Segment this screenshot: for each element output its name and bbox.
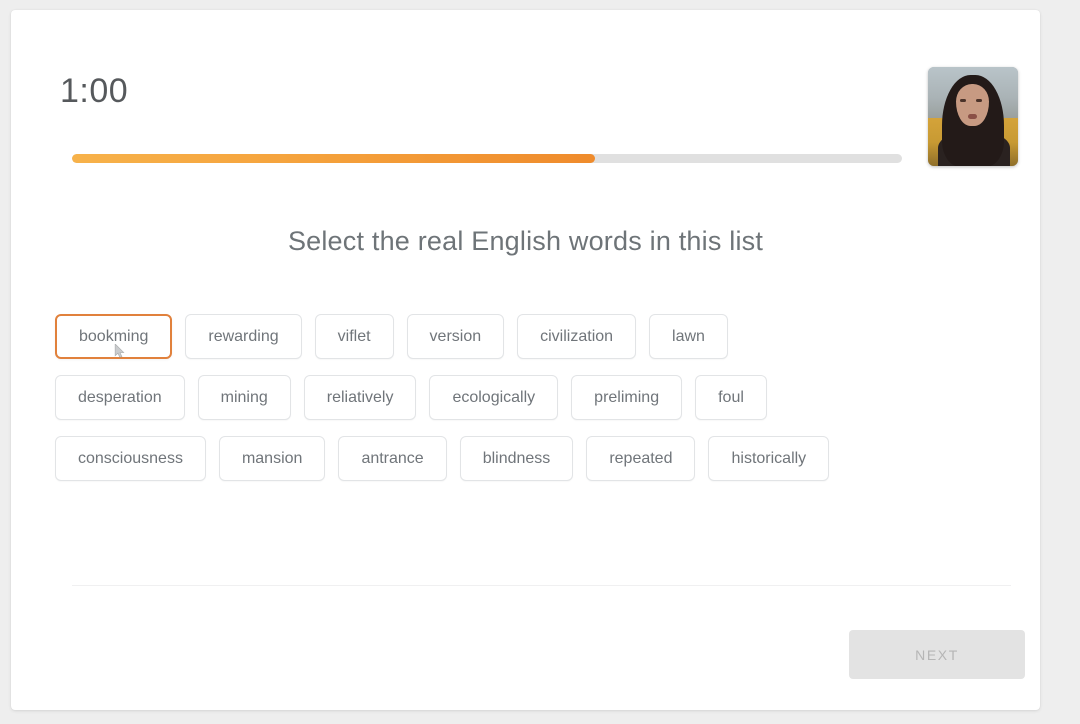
word-option-repeated[interactable]: repeated [586, 436, 696, 481]
question-prompt: Select the real English words in this li… [287, 226, 764, 256]
word-option-foul[interactable]: foul [695, 375, 767, 420]
progress-bar-track [72, 154, 902, 163]
word-options-container: bookming rewarding viflet version civilizati… [55, 314, 1007, 497]
word-option-rewarding[interactable]: rewarding [185, 314, 302, 359]
webcam-person-eye-right [976, 99, 982, 102]
word-option-ecologically[interactable]: ecologically [429, 375, 559, 420]
progress-bar-fill [72, 154, 595, 163]
app-root: 1:00 Select the real English words in th… [0, 0, 1080, 724]
word-option-viflet[interactable]: viflet [314, 314, 394, 359]
word-option-blindness[interactable]: blindness [459, 436, 574, 481]
countdown-timer: 1:00 [60, 72, 129, 110]
word-option-bookming[interactable]: bookming [55, 314, 173, 359]
word-option-reliatively[interactable]: reliatively [303, 375, 417, 420]
word-row: bookming rewarding viflet version civilizati… [55, 314, 1007, 359]
quiz-card: 1:00 Select the real English words in th… [11, 10, 1040, 710]
webcam-preview[interactable] [928, 67, 1018, 166]
webcam-person-eye-left [960, 99, 966, 102]
word-option-consciousness[interactable]: consciousness [55, 436, 206, 481]
word-option-version[interactable]: version [406, 314, 505, 359]
word-option-historically[interactable]: historically [708, 436, 830, 481]
word-option-lawn[interactable]: lawn [649, 314, 728, 359]
next-button[interactable]: NEXT [849, 630, 1025, 679]
word-option-preliming[interactable]: preliming [571, 375, 683, 420]
word-row: consciousness mansion antrance blindness rep… [55, 436, 1007, 481]
footer-divider [72, 585, 1011, 586]
word-row: desperation mining reliatively ecologically… [55, 375, 1007, 420]
word-option-civilization[interactable]: civilization [517, 314, 637, 359]
webcam-person-face [956, 84, 989, 126]
word-option-mining[interactable]: mining [197, 375, 291, 420]
word-option-desperation[interactable]: desperation [55, 375, 185, 420]
webcam-person-mouth [968, 114, 977, 119]
word-option-mansion[interactable]: mansion [218, 436, 326, 481]
word-option-antrance[interactable]: antrance [338, 436, 447, 481]
